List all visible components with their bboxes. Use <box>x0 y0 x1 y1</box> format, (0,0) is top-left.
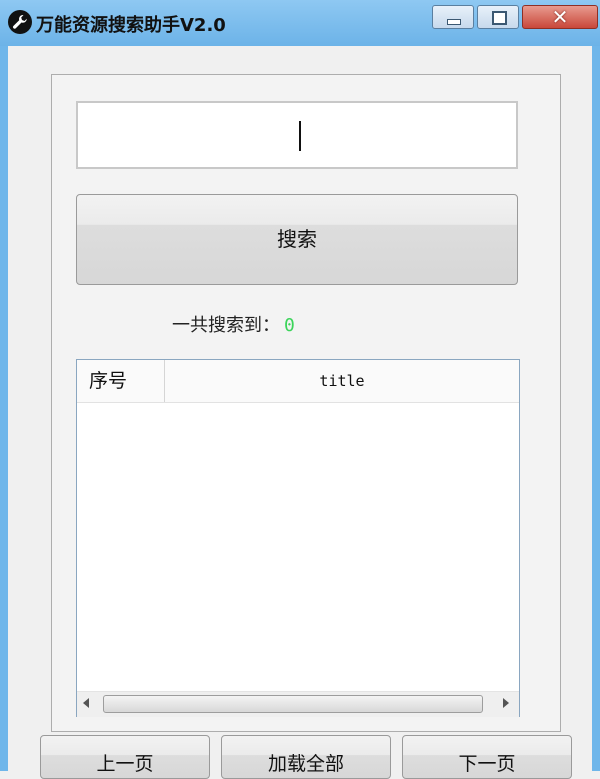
arrow-left-icon[interactable] <box>83 698 89 708</box>
minimize-icon <box>447 19 461 25</box>
window-title: 万能资源搜索助手V2.0 <box>36 15 226 36</box>
minimize-button[interactable] <box>432 5 474 29</box>
next-page-button[interactable]: 下一页 <box>402 735 572 779</box>
app-window: 万能资源搜索助手V2.0 ✕ 搜索 一共搜索到： 0 序号 title 上一页 … <box>0 0 600 779</box>
client-area: 搜索 一共搜索到： 0 序号 title 上一页 加载全部 下一页 <box>8 46 592 779</box>
close-icon: ✕ <box>551 5 569 29</box>
column-header-index[interactable]: 序号 <box>77 360 165 402</box>
results-table[interactable]: 序号 title <box>76 359 520 717</box>
search-button[interactable]: 搜索 <box>76 194 518 285</box>
scrollbar-thumb[interactable] <box>103 695 483 713</box>
column-header-title[interactable]: title <box>165 360 519 402</box>
load-all-button[interactable]: 加载全部 <box>221 735 391 779</box>
result-count-label: 一共搜索到： <box>172 315 280 336</box>
text-caret <box>299 121 301 151</box>
table-header: 序号 title <box>77 360 519 403</box>
maximize-icon <box>492 11 507 25</box>
maximize-button[interactable] <box>477 5 519 29</box>
prev-page-button[interactable]: 上一页 <box>40 735 210 779</box>
horizontal-scrollbar[interactable] <box>77 691 519 717</box>
result-count: 一共搜索到： 0 <box>172 311 295 337</box>
main-panel: 搜索 一共搜索到： 0 序号 title <box>51 74 561 732</box>
close-button[interactable]: ✕ <box>522 5 598 29</box>
result-count-value: 0 <box>284 315 295 336</box>
wrench-icon <box>8 10 32 34</box>
search-input[interactable] <box>76 101 518 169</box>
arrow-right-icon[interactable] <box>503 698 509 708</box>
title-bar[interactable]: 万能资源搜索助手V2.0 ✕ <box>0 0 600 46</box>
